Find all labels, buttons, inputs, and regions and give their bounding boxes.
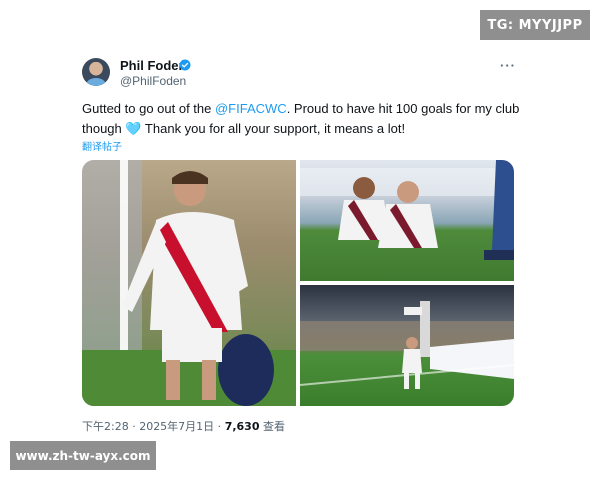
photo-seated-scene	[300, 160, 514, 260]
media-grid	[82, 160, 514, 406]
photo-stadium[interactable]	[300, 285, 514, 406]
tweet-time[interactable]: 下午2:28 · 2025年7月1日 ·	[82, 420, 225, 433]
photo-main-scene	[82, 160, 296, 406]
photo-seated[interactable]	[300, 160, 514, 281]
translate-link[interactable]: 翻译帖子	[82, 138, 122, 153]
display-name[interactable]: Phil Foden	[120, 58, 186, 73]
views-label: 查看	[259, 420, 285, 433]
watermark-tg: TG: MYYJJPP	[480, 10, 590, 40]
tweet-text: Gutted to go out of the @FIFACWC. Proud …	[82, 99, 522, 139]
views-count: 7,630	[224, 420, 260, 433]
watermark-site: www.zh-tw-ayx.com	[10, 441, 156, 470]
photo-main[interactable]	[82, 160, 296, 406]
tweet-meta: 下午2:28 · 2025年7月1日 · 7,630 查看	[82, 418, 285, 434]
verified-badge-icon	[179, 59, 191, 71]
photo-stadium-scene	[300, 301, 514, 389]
mention-link[interactable]: @FIFACWC	[215, 101, 287, 116]
tweet-text-part1: Gutted to go out of the	[82, 101, 215, 116]
handle[interactable]: @PhilFoden	[120, 74, 186, 88]
avatar[interactable]	[82, 58, 110, 86]
more-options-icon[interactable]: ···	[500, 58, 516, 73]
